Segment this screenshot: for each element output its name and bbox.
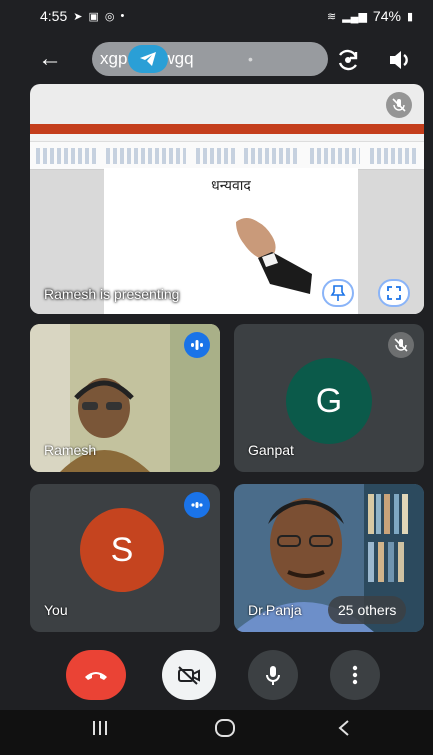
presentation-tile[interactable]: धन्यवाद Ramesh is presenting	[30, 84, 424, 314]
battery-icon: ▮	[406, 10, 413, 23]
status-right: ≋ ▂▄▆ 74% ▮	[327, 8, 413, 24]
nav-back-icon[interactable]	[336, 718, 352, 738]
switch-camera-icon[interactable]	[334, 46, 362, 74]
notification-dot-icon: •	[120, 10, 125, 22]
camera-off-icon	[178, 666, 200, 685]
avatar-initial: S	[110, 530, 134, 569]
others-count-pill[interactable]: 25 others	[328, 596, 407, 624]
telegram-icon[interactable]	[128, 45, 168, 73]
mic-icon	[266, 666, 280, 685]
nav-recents-icon[interactable]	[90, 718, 110, 738]
ppt-title-bar	[30, 124, 424, 134]
participant-tile-ramesh[interactable]: Ramesh	[30, 324, 220, 472]
android-nav-bar	[0, 710, 433, 755]
status-left: 4:55 ➤ ▣ ◎ •	[40, 8, 124, 24]
status-bar: 4:55 ➤ ▣ ◎ • ≋ ▂▄▆ 74% ▮	[0, 0, 433, 32]
more-options-button[interactable]	[330, 650, 380, 700]
audio-wave-icon	[184, 492, 210, 518]
pin-button[interactable]	[322, 279, 354, 307]
back-arrow-icon[interactable]: ←	[38, 45, 62, 73]
gallery-icon: ▣	[88, 10, 99, 23]
mic-off-icon	[386, 92, 412, 118]
avatar-initial: G	[315, 381, 343, 420]
whatsapp-icon: ◎	[104, 10, 115, 23]
pin-icon	[330, 285, 346, 301]
more-vert-icon	[352, 665, 358, 685]
nav-home-icon[interactable]	[214, 718, 236, 738]
microphone-button[interactable]	[248, 650, 298, 700]
meeting-top-bar: ← xgp‑vrb‑wgq •	[0, 38, 433, 82]
participant-name: Dr.Panja	[248, 602, 302, 618]
fullscreen-button[interactable]	[378, 279, 410, 307]
participant-name: You	[44, 602, 68, 618]
slide-title: धन्यवाद	[211, 178, 251, 194]
send-icon: ➤	[73, 10, 83, 23]
fullscreen-icon	[387, 286, 401, 300]
meeting-code-pill[interactable]: xgp‑vrb‑wgq •	[92, 42, 328, 76]
wifi-call-icon: ≋	[326, 10, 337, 23]
participant-name: Ganpat	[248, 442, 294, 458]
audio-wave-icon	[184, 332, 210, 358]
hand-image	[236, 218, 312, 294]
participant-tile-ganpat[interactable]: G Ganpat	[234, 324, 424, 472]
camera-toggle-button[interactable]	[162, 650, 216, 700]
ppt-ribbon	[30, 142, 424, 170]
participant-name: Ramesh	[44, 442, 97, 458]
avatar: G	[286, 358, 372, 444]
end-call-button[interactable]	[66, 650, 126, 700]
speaker-icon[interactable]	[386, 46, 414, 74]
battery-percent: 74%	[372, 8, 401, 24]
mic-off-icon	[388, 332, 414, 358]
status-time: 4:55	[40, 8, 68, 24]
presenting-label: Ramesh is presenting	[44, 286, 180, 302]
end-call-icon	[85, 672, 107, 680]
ppt-tabs	[30, 134, 424, 142]
pill-dot-icon: •	[248, 51, 253, 67]
avatar: S	[80, 508, 164, 592]
signal-icon: ▂▄▆	[342, 10, 367, 23]
participant-tile-you[interactable]: S You	[30, 484, 220, 632]
participant-tile-dr-panja[interactable]: Dr.Panja 25 others	[234, 484, 424, 632]
call-controls	[0, 650, 433, 700]
